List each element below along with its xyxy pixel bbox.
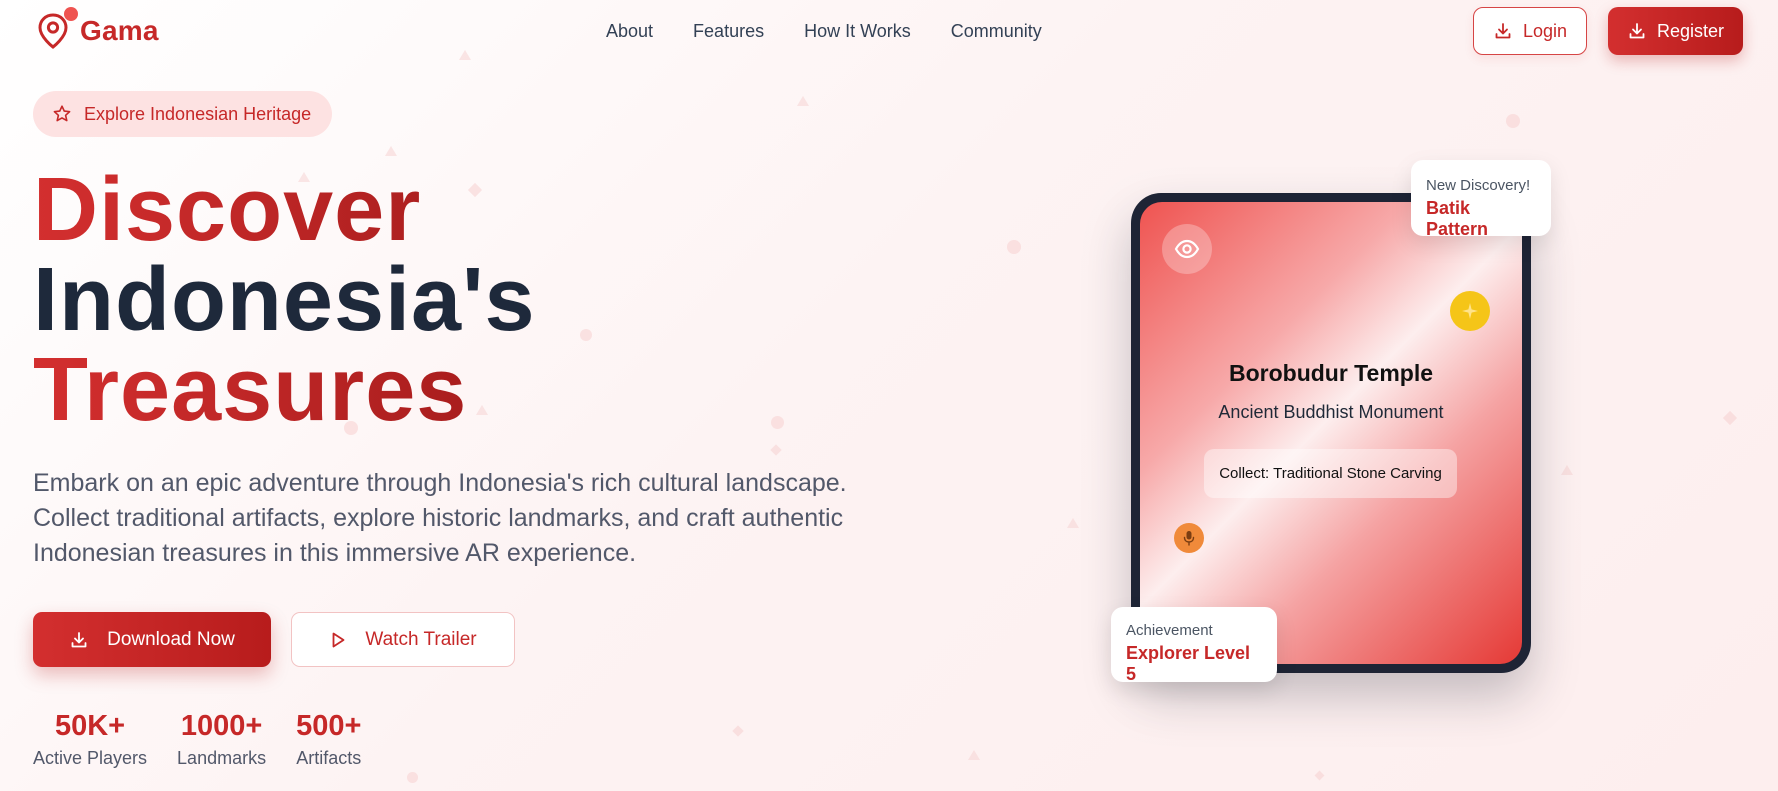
- stats-row: 50K+ Active Players 1000+ Landmarks 500+…: [33, 708, 361, 769]
- heritage-badge-label: Explore Indonesian Heritage: [84, 103, 312, 124]
- decorative-dot: [407, 772, 418, 783]
- stat-landmarks: 1000+ Landmarks: [177, 708, 266, 769]
- stat-active-players: 50K+ Active Players: [33, 708, 147, 769]
- stat-value: 50K+: [54, 710, 126, 742]
- card-title: Explorer Level 5: [1126, 643, 1251, 684]
- collect-pill[interactable]: Collect: Traditional Stone Carving: [1204, 449, 1457, 498]
- decorative-triangle: [797, 96, 809, 106]
- map-pin-icon: [36, 7, 78, 50]
- brand-name: Gama: [80, 15, 159, 46]
- download-now-button[interactable]: Download Now: [33, 612, 271, 667]
- card-kicker: New Discovery!: [1426, 177, 1531, 194]
- phone-mockup: Borobudur Temple Ancient Buddhist Monume…: [1131, 193, 1531, 673]
- sparkle-icon: [1450, 291, 1490, 331]
- decorative-dot: [1007, 240, 1021, 254]
- register-label: Register: [1656, 20, 1725, 41]
- decorative-triangle: [385, 146, 397, 156]
- download-icon: [1627, 21, 1647, 41]
- new-discovery-card: New Discovery! Batik Pattern: [1411, 160, 1551, 239]
- headline-line-discover: Discover: [33, 165, 536, 255]
- notification-dot: [64, 7, 78, 21]
- watch-trailer-button[interactable]: Watch Trailer: [291, 612, 515, 667]
- nav-links: About Features How It Works Community: [606, 21, 1042, 42]
- heritage-badge: Explore Indonesian Heritage: [33, 91, 333, 137]
- headline-line-treasures: Treasures: [33, 345, 536, 435]
- card-title: Batik Pattern: [1426, 198, 1489, 239]
- landmark-title: Borobudur Temple: [1228, 360, 1433, 386]
- eye-icon: [1162, 224, 1212, 274]
- brand-logo[interactable]: Gama: [36, 7, 159, 50]
- nav-link-community[interactable]: Community: [951, 21, 1042, 42]
- stat-value: 1000+: [180, 710, 263, 742]
- hero-description: Embark on an epic adventure through Indo…: [33, 469, 847, 567]
- achievement-card: Achievement Explorer Level 5: [1111, 607, 1277, 684]
- nav-link-features[interactable]: Features: [693, 21, 764, 42]
- landmark-subtitle: Ancient Buddhist Monument: [1218, 402, 1444, 422]
- nav-link-how-it-works[interactable]: How It Works: [804, 21, 911, 42]
- headline-line-indonesias: Indonesia's: [33, 250, 536, 350]
- decorative-triangle: [1561, 465, 1573, 475]
- nav-link-about[interactable]: About: [606, 21, 653, 42]
- star-icon: [52, 104, 72, 124]
- stat-label: Landmarks: [177, 748, 267, 768]
- stat-value: 500+: [296, 710, 362, 742]
- login-label: Login: [1522, 20, 1568, 41]
- login-button[interactable]: Login: [1473, 7, 1587, 55]
- decorative-dot: [771, 416, 784, 429]
- stat-artifacts: 500+ Artifacts: [296, 708, 361, 769]
- download-icon: [69, 630, 89, 650]
- watch-trailer-label: Watch Trailer: [365, 628, 477, 650]
- decorative-diamond: [1314, 770, 1325, 781]
- decorative-diamond: [770, 444, 782, 456]
- decorative-triangle: [1067, 518, 1079, 528]
- decorative-diamond: [732, 725, 744, 737]
- decorative-diamond: [1722, 410, 1738, 426]
- register-button[interactable]: Register: [1608, 7, 1743, 55]
- stat-label: Artifacts: [296, 748, 362, 768]
- card-kicker: Achievement: [1126, 622, 1213, 639]
- decorative-dot: [1506, 114, 1520, 128]
- stat-label: Active Players: [33, 748, 148, 768]
- download-icon: [1493, 21, 1513, 41]
- top-navigation: Gama About Features How It Works Communi…: [0, 0, 1778, 64]
- download-now-label: Download Now: [107, 628, 235, 650]
- microphone-icon: [1174, 523, 1204, 553]
- play-icon: [329, 631, 347, 649]
- hero-headline: Discover Indonesia's Treasures: [33, 165, 536, 435]
- decorative-triangle: [968, 750, 980, 760]
- decorative-dot: [580, 329, 592, 341]
- phone-screen: Borobudur Temple Ancient Buddhist Monume…: [1140, 202, 1522, 664]
